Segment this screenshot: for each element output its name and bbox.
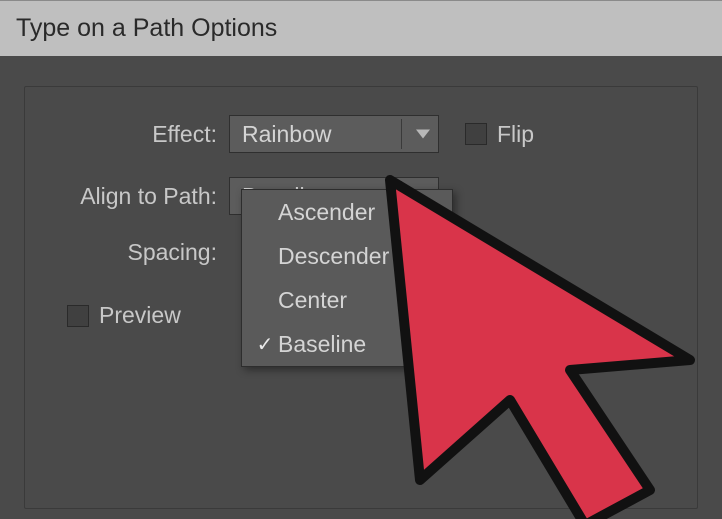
- effect-label: Effect:: [49, 121, 229, 148]
- effect-select[interactable]: Rainbow: [229, 115, 439, 153]
- effect-select-value: Rainbow: [242, 121, 332, 148]
- flip-label: Flip: [497, 121, 534, 148]
- align-option-descender[interactable]: Descender: [242, 234, 452, 278]
- align-option-label: Ascender: [278, 199, 375, 226]
- check-icon: ✓: [252, 332, 278, 357]
- align-dropdown-list: Ascender Descender Center ✓ Baseline: [241, 189, 453, 367]
- chevron-down-icon: [416, 130, 430, 139]
- preview-label: Preview: [99, 302, 181, 329]
- align-option-center[interactable]: Center: [242, 278, 452, 322]
- dialog-title: Type on a Path Options: [16, 14, 277, 43]
- align-option-ascender[interactable]: Ascender: [242, 190, 452, 234]
- checkbox-box-icon: [465, 123, 487, 145]
- align-label: Align to Path:: [49, 183, 229, 210]
- align-option-baseline[interactable]: ✓ Baseline: [242, 322, 452, 366]
- options-groupbox: Effect: Rainbow Flip Align to Path: Base…: [24, 86, 698, 509]
- flip-checkbox[interactable]: Flip: [465, 121, 534, 148]
- spacing-label: Spacing:: [49, 239, 229, 266]
- align-option-label: Descender: [278, 243, 389, 270]
- align-option-label: Center: [278, 287, 347, 314]
- dialog-body: Effect: Rainbow Flip Align to Path: Base…: [0, 56, 722, 519]
- effect-row: Effect: Rainbow Flip: [49, 115, 673, 153]
- align-option-label: Baseline: [278, 331, 366, 358]
- dialog-title-bar: Type on a Path Options: [0, 0, 722, 56]
- checkbox-box-icon: [67, 305, 89, 327]
